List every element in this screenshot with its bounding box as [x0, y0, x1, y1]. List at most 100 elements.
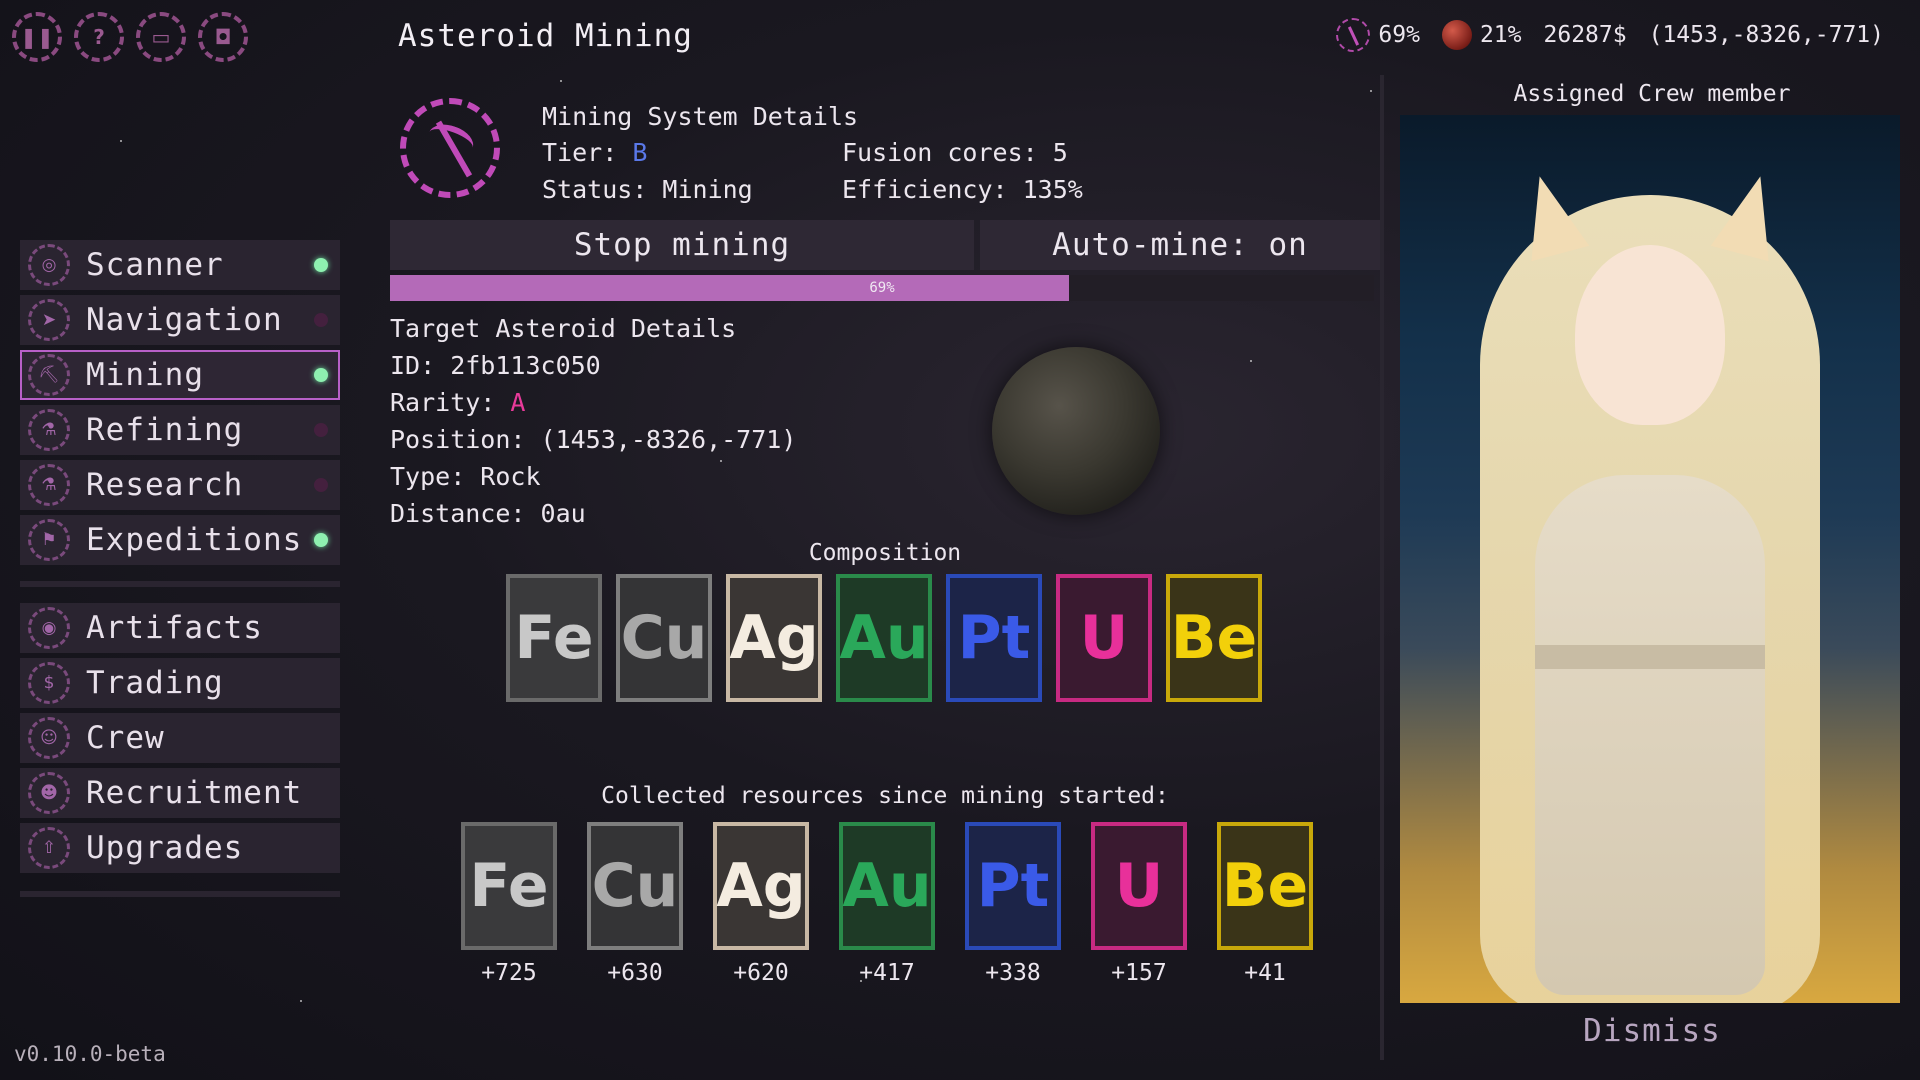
- rarity-label: Rarity:: [390, 388, 496, 417]
- divider: [1380, 75, 1384, 1060]
- top-bar: ❚❚ ? ▭ ◘ Asteroid Mining 69% 21% 26287$ …: [0, 0, 1920, 70]
- element-tile-fe: Fe: [461, 822, 557, 950]
- sidebar-item-expeditions[interactable]: ⚑ Expeditions: [20, 515, 340, 565]
- credits-value: 26287$: [1543, 22, 1627, 48]
- element-tile-u: U: [1056, 574, 1152, 702]
- sidebar-item-artifacts[interactable]: ◉ Artifacts: [20, 603, 340, 653]
- target-title: Target Asteroid Details: [390, 314, 737, 343]
- sidebar-item-label: Research: [86, 467, 244, 503]
- collected-item: Au +417: [839, 822, 935, 986]
- mining-stat: 69%: [1336, 18, 1420, 52]
- element-tile-ag: Ag: [726, 574, 822, 702]
- version-label: v0.10.0-beta: [14, 1042, 166, 1066]
- element-tile-be: Be: [1217, 822, 1313, 950]
- crew-icon: ☺: [28, 717, 70, 759]
- sidebar-item-label: Mining: [86, 357, 204, 393]
- mining-percent: 69%: [1378, 22, 1420, 48]
- fusion-cores: Fusion cores: 5: [842, 138, 1068, 167]
- collected-resources: Fe +725 Cu +630 Ag +620 Au +417 Pt +338 …: [461, 822, 1313, 986]
- pickaxe-icon: [1336, 18, 1371, 52]
- asteroid-image: [992, 347, 1160, 515]
- pickaxe-icon: ⛏: [28, 354, 70, 396]
- pause-icon[interactable]: ❚❚: [12, 12, 62, 62]
- scanner-icon: ◎: [28, 244, 70, 286]
- system-title: Mining System Details: [542, 102, 859, 131]
- rarity-row: Rarity: A: [390, 384, 796, 421]
- navigation-icon: ➤: [28, 299, 70, 341]
- help-icon[interactable]: ?: [74, 12, 124, 62]
- status-dot: [314, 258, 328, 272]
- status-dot: [314, 313, 328, 327]
- coin-icon: $: [28, 662, 70, 704]
- rarity-value: A: [510, 388, 526, 417]
- tier-row: Tier: B: [542, 138, 842, 167]
- page-title: Asteroid Mining: [398, 18, 693, 54]
- element-tile-be: Be: [1166, 574, 1262, 702]
- crew-face: [1575, 245, 1725, 425]
- collected-item: U +157: [1091, 822, 1187, 986]
- sidebar-item-label: Upgrades: [86, 830, 244, 866]
- sidebar-item-research[interactable]: ⚗ Research: [20, 460, 340, 510]
- element-tile-cu: Cu: [587, 822, 683, 950]
- position-stat: (1453,-8326,-771): [1649, 22, 1884, 48]
- sidebar-item-recruitment[interactable]: ☻ Recruitment: [20, 768, 340, 818]
- collected-item: Ag +620: [713, 822, 809, 986]
- stop-mining-button[interactable]: Stop mining: [390, 220, 974, 270]
- dismiss-button[interactable]: Dismiss: [1392, 1013, 1912, 1049]
- camera-icon[interactable]: ◘: [198, 12, 248, 62]
- tier-label: Tier:: [542, 138, 618, 167]
- crew-figure: [1480, 175, 1820, 1003]
- flask-icon: ⚗: [28, 464, 70, 506]
- target-id: ID: 2fb113c050: [390, 351, 601, 380]
- element-tile-pt: Pt: [965, 822, 1061, 950]
- sidebar-item-trading[interactable]: $ Trading: [20, 658, 340, 708]
- target-details: Target Asteroid Details ID: 2fb113c050 R…: [390, 310, 796, 532]
- status-bar: 69% 21% 26287$ (1453,-8326,-771): [1336, 18, 1884, 52]
- target-type: Type: Rock: [390, 462, 541, 491]
- divider: [20, 581, 340, 587]
- crew-belt: [1535, 645, 1765, 669]
- refining-icon: ⚗: [28, 409, 70, 451]
- sidebar-item-upgrades[interactable]: ⇧ Upgrades: [20, 823, 340, 873]
- collected-amount: +725: [481, 960, 537, 986]
- rocket-icon: ⇧: [28, 827, 70, 869]
- sidebar-item-navigation[interactable]: ➤ Navigation: [20, 295, 340, 345]
- sidebar-item-label: Artifacts: [86, 610, 263, 646]
- collected-amount: +41: [1244, 960, 1286, 986]
- collected-item: Be +41: [1217, 822, 1313, 986]
- status-dot: [314, 368, 328, 382]
- divider: [20, 891, 340, 897]
- collected-amount: +620: [733, 960, 789, 986]
- map-icon: ⚑: [28, 519, 70, 561]
- collected-item: Cu +630: [587, 822, 683, 986]
- credits-stat: 26287$: [1544, 22, 1627, 48]
- secondary-nav: ◉ Artifacts $ Trading ☺ Crew ☻ Recruitme…: [20, 603, 340, 873]
- crew-portrait: [1400, 115, 1900, 1003]
- sidebar-item-label: Trading: [86, 665, 224, 701]
- target-distance: Distance: 0au: [390, 499, 586, 528]
- efficiency-text: Efficiency: 135%: [842, 175, 1083, 204]
- status-dot: [314, 533, 328, 547]
- ticket-icon[interactable]: ▭: [136, 12, 186, 62]
- sidebar-item-label: Expeditions: [86, 522, 303, 558]
- status-text: Status: Mining: [542, 175, 753, 204]
- recruit-icon: ☻: [28, 772, 70, 814]
- sidebar: ◎ Scanner ➤ Navigation ⛏ Mining ⚗ Refini…: [20, 240, 340, 897]
- sidebar-item-crew[interactable]: ☺ Crew: [20, 713, 340, 763]
- collected-item: Fe +725: [461, 822, 557, 986]
- pickaxe-icon: [400, 98, 500, 198]
- collected-amount: +157: [1111, 960, 1167, 986]
- sidebar-item-label: Scanner: [86, 247, 224, 283]
- collected-amount: +338: [985, 960, 1041, 986]
- sidebar-item-refining[interactable]: ⚗ Refining: [20, 405, 340, 455]
- top-icon-group: ❚❚ ? ▭ ◘: [12, 12, 248, 62]
- status-dot: [314, 478, 328, 492]
- auto-mine-toggle[interactable]: Auto-mine: on: [980, 220, 1380, 270]
- sidebar-item-label: Refining: [86, 412, 244, 448]
- position-value: (1453,-8326,-771): [1648, 22, 1884, 48]
- crew-panel: Assigned Crew member Dismiss: [1380, 75, 1912, 1075]
- sidebar-item-mining[interactable]: ⛏ Mining: [20, 350, 340, 400]
- planet-percent: 21%: [1479, 22, 1522, 48]
- element-tile-au: Au: [839, 822, 935, 950]
- sidebar-item-scanner[interactable]: ◎ Scanner: [20, 240, 340, 290]
